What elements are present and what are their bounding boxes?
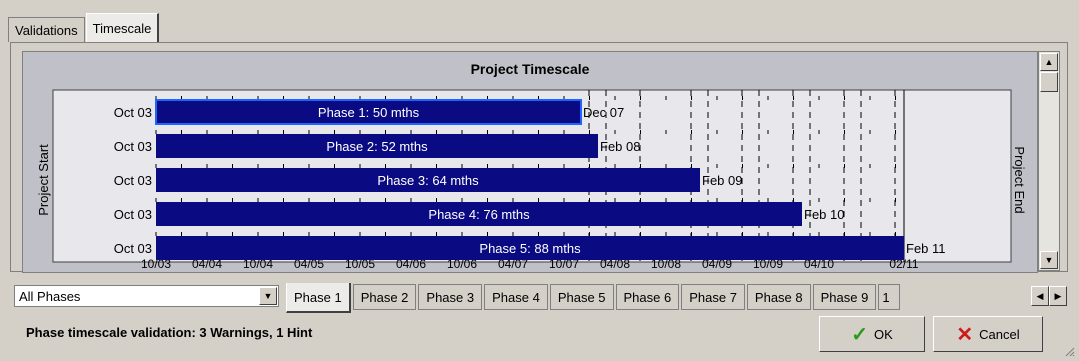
tab-phase-8[interactable]: Phase 8	[746, 284, 811, 310]
tab-validations[interactable]: Validations	[8, 17, 85, 42]
bar-start-label: Oct 03	[114, 207, 152, 222]
bar-label: Phase 2: 52 mths	[326, 139, 428, 154]
cancel-label: Cancel	[979, 326, 1020, 342]
chart-svg: Project Timescale Project Start Project En…	[23, 52, 1037, 272]
bar-start-label: Oct 03	[114, 105, 152, 120]
phase-filter-value: All Phases	[19, 289, 81, 304]
bar-start-label: Oct 03	[114, 173, 152, 188]
close-icon: ✕	[956, 323, 974, 346]
bar-start-label: Oct 03	[114, 241, 152, 256]
tab-timescale[interactable]: Timescale	[85, 13, 160, 42]
project-end-label: Project End	[1012, 146, 1027, 213]
bar-end-label: Feb 10	[804, 207, 844, 222]
chart-vertical-scrollbar[interactable]: ▲ ▼	[1038, 51, 1060, 271]
bar-end-label: Feb 08	[600, 139, 640, 154]
tab-phase-6[interactable]: Phase 6	[615, 284, 680, 310]
tab-phase-1[interactable]: Phase 1	[286, 283, 351, 313]
chart-title: Project Timescale	[471, 61, 590, 77]
scroll-down-icon[interactable]: ▼	[1040, 251, 1058, 269]
bar-end-label: Dec 07	[583, 105, 624, 120]
tab-scroll-left-icon[interactable]: ◀	[1031, 286, 1049, 306]
bar-label: Phase 4: 76 mths	[428, 207, 530, 222]
top-tab-bar: Validations Timescale	[8, 13, 160, 42]
tab-phase-9[interactable]: Phase 9	[812, 284, 877, 310]
checkmark-icon: ✓	[851, 323, 868, 346]
scroll-up-icon[interactable]: ▲	[1040, 53, 1058, 71]
chevron-down-icon[interactable]: ▼	[259, 287, 277, 305]
ok-label: OK	[873, 326, 893, 342]
ok-button[interactable]: ✓ OK	[819, 316, 925, 352]
cancel-button[interactable]: ✕ Cancel	[933, 316, 1043, 352]
phase-tab-bar: Phase 1 Phase 2 Phase 3 Phase 4 Phase 5 Phase…	[286, 283, 902, 313]
scroll-thumb[interactable]	[1040, 72, 1058, 92]
validation-status: Phase timescale validation: 3 Warnings, …	[26, 325, 313, 340]
bar-end-label: Feb 11	[906, 241, 946, 256]
bar-end-label: Feb 09	[702, 173, 742, 188]
resize-grip-icon[interactable]	[1063, 345, 1075, 357]
bar-start-label: Oct 03	[114, 139, 152, 154]
bar-label: Phase 3: 64 mths	[377, 173, 479, 188]
project-start-label: Project Start	[36, 144, 51, 216]
tab-scroll-right-icon[interactable]: ▶	[1049, 286, 1067, 306]
tab-phase-10[interactable]: 1	[878, 284, 901, 310]
tab-phase-2[interactable]: Phase 2	[352, 284, 417, 310]
tab-phase-5[interactable]: Phase 5	[549, 284, 614, 310]
timescale-chart: Project Timescale Project Start Project En…	[22, 51, 1038, 273]
tab-phase-3[interactable]: Phase 3	[418, 284, 483, 310]
tab-phase-7[interactable]: Phase 7	[681, 284, 745, 310]
bar-label: Phase 1: 50 mths	[318, 105, 420, 120]
phase-filter-select[interactable]: All Phases ▼	[14, 285, 279, 307]
bar-label: Phase 5: 88 mths	[479, 241, 581, 256]
tab-phase-4[interactable]: Phase 4	[484, 284, 548, 310]
